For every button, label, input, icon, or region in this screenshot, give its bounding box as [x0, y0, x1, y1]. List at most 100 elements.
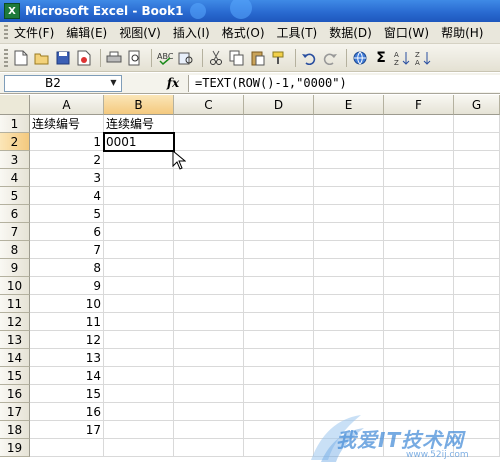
cell-a8[interactable]: 7 — [30, 241, 104, 259]
cell-g14[interactable] — [454, 349, 500, 367]
cell-f1[interactable] — [384, 115, 454, 133]
cell-d12[interactable] — [244, 313, 314, 331]
column-header-g[interactable]: G — [454, 95, 500, 115]
paste-icon[interactable] — [249, 49, 267, 67]
cell-g3[interactable] — [454, 151, 500, 169]
cell-g4[interactable] — [454, 169, 500, 187]
cell-g16[interactable] — [454, 385, 500, 403]
sort-ascending-icon[interactable]: AZ — [393, 49, 411, 67]
cell-f11[interactable] — [384, 295, 454, 313]
row-header-8[interactable]: 8 — [0, 241, 30, 259]
cell-b6[interactable] — [104, 205, 174, 223]
autosum-icon[interactable]: Σ — [372, 49, 390, 67]
cell-a1[interactable]: 连续编号 — [30, 115, 104, 133]
cell-c8[interactable] — [174, 241, 244, 259]
permission-icon[interactable] — [75, 49, 93, 67]
cell-d9[interactable] — [244, 259, 314, 277]
insert-function-button[interactable]: fx — [162, 75, 184, 92]
cell-c7[interactable] — [174, 223, 244, 241]
row-header-16[interactable]: 16 — [0, 385, 30, 403]
cell-c6[interactable] — [174, 205, 244, 223]
cell-d1[interactable] — [244, 115, 314, 133]
cell-b1[interactable]: 连续编号 — [104, 115, 174, 133]
cell-c2[interactable] — [174, 133, 244, 151]
chevron-down-icon[interactable]: ▼ — [106, 75, 121, 90]
cell-b11[interactable] — [104, 295, 174, 313]
cell-e14[interactable] — [314, 349, 384, 367]
cell-d4[interactable] — [244, 169, 314, 187]
cell-g2[interactable] — [454, 133, 500, 151]
cell-a4[interactable]: 3 — [30, 169, 104, 187]
cell-c10[interactable] — [174, 277, 244, 295]
cell-g6[interactable] — [454, 205, 500, 223]
cell-c11[interactable] — [174, 295, 244, 313]
row-header-18[interactable]: 18 — [0, 421, 30, 439]
cell-e15[interactable] — [314, 367, 384, 385]
cell-a18[interactable]: 17 — [30, 421, 104, 439]
cell-c18[interactable] — [174, 421, 244, 439]
research-icon[interactable] — [177, 49, 195, 67]
cell-f12[interactable] — [384, 313, 454, 331]
row-header-5[interactable]: 5 — [0, 187, 30, 205]
cell-e2[interactable] — [314, 133, 384, 151]
row-header-12[interactable]: 12 — [0, 313, 30, 331]
cell-c5[interactable] — [174, 187, 244, 205]
menu-file[interactable]: 文件(F) — [14, 24, 54, 41]
format-painter-icon[interactable] — [270, 49, 288, 67]
print-preview-icon[interactable] — [126, 49, 144, 67]
cell-d3[interactable] — [244, 151, 314, 169]
cell-c13[interactable] — [174, 331, 244, 349]
cell-b16[interactable] — [104, 385, 174, 403]
cell-d8[interactable] — [244, 241, 314, 259]
cell-a19[interactable] — [30, 439, 104, 457]
cell-b13[interactable] — [104, 331, 174, 349]
cell-b19[interactable] — [104, 439, 174, 457]
row-header-10[interactable]: 10 — [0, 277, 30, 295]
cell-b12[interactable] — [104, 313, 174, 331]
cell-c19[interactable] — [174, 439, 244, 457]
cell-g1[interactable] — [454, 115, 500, 133]
column-header-e[interactable]: E — [314, 95, 384, 115]
spelling-icon[interactable]: ABC — [156, 49, 174, 67]
redo-icon[interactable] — [321, 49, 339, 67]
cell-d14[interactable] — [244, 349, 314, 367]
column-header-d[interactable]: D — [244, 95, 314, 115]
column-header-b[interactable]: B — [104, 95, 174, 115]
row-header-19[interactable]: 19 — [0, 439, 30, 457]
cell-a5[interactable]: 4 — [30, 187, 104, 205]
cell-f15[interactable] — [384, 367, 454, 385]
formula-input[interactable]: =TEXT(ROW()-1,"0000") — [188, 75, 500, 92]
cell-b4[interactable] — [104, 169, 174, 187]
cell-d18[interactable] — [244, 421, 314, 439]
cell-g10[interactable] — [454, 277, 500, 295]
cell-c12[interactable] — [174, 313, 244, 331]
cell-d10[interactable] — [244, 277, 314, 295]
row-header-7[interactable]: 7 — [0, 223, 30, 241]
cell-b14[interactable] — [104, 349, 174, 367]
cell-d16[interactable] — [244, 385, 314, 403]
cell-a11[interactable]: 10 — [30, 295, 104, 313]
cell-e1[interactable] — [314, 115, 384, 133]
cell-f13[interactable] — [384, 331, 454, 349]
cell-f5[interactable] — [384, 187, 454, 205]
cell-d17[interactable] — [244, 403, 314, 421]
cell-f10[interactable] — [384, 277, 454, 295]
cell-e4[interactable] — [314, 169, 384, 187]
row-header-9[interactable]: 9 — [0, 259, 30, 277]
cell-g12[interactable] — [454, 313, 500, 331]
cell-g7[interactable] — [454, 223, 500, 241]
cell-a14[interactable]: 13 — [30, 349, 104, 367]
cell-a6[interactable]: 5 — [30, 205, 104, 223]
cell-f7[interactable] — [384, 223, 454, 241]
cell-g8[interactable] — [454, 241, 500, 259]
cell-c17[interactable] — [174, 403, 244, 421]
cell-c14[interactable] — [174, 349, 244, 367]
cell-d2[interactable] — [244, 133, 314, 151]
cell-d13[interactable] — [244, 331, 314, 349]
row-header-13[interactable]: 13 — [0, 331, 30, 349]
cell-e11[interactable] — [314, 295, 384, 313]
cell-f4[interactable] — [384, 169, 454, 187]
cell-b18[interactable] — [104, 421, 174, 439]
cell-a7[interactable]: 6 — [30, 223, 104, 241]
menu-tools[interactable]: 工具(T) — [277, 24, 318, 41]
